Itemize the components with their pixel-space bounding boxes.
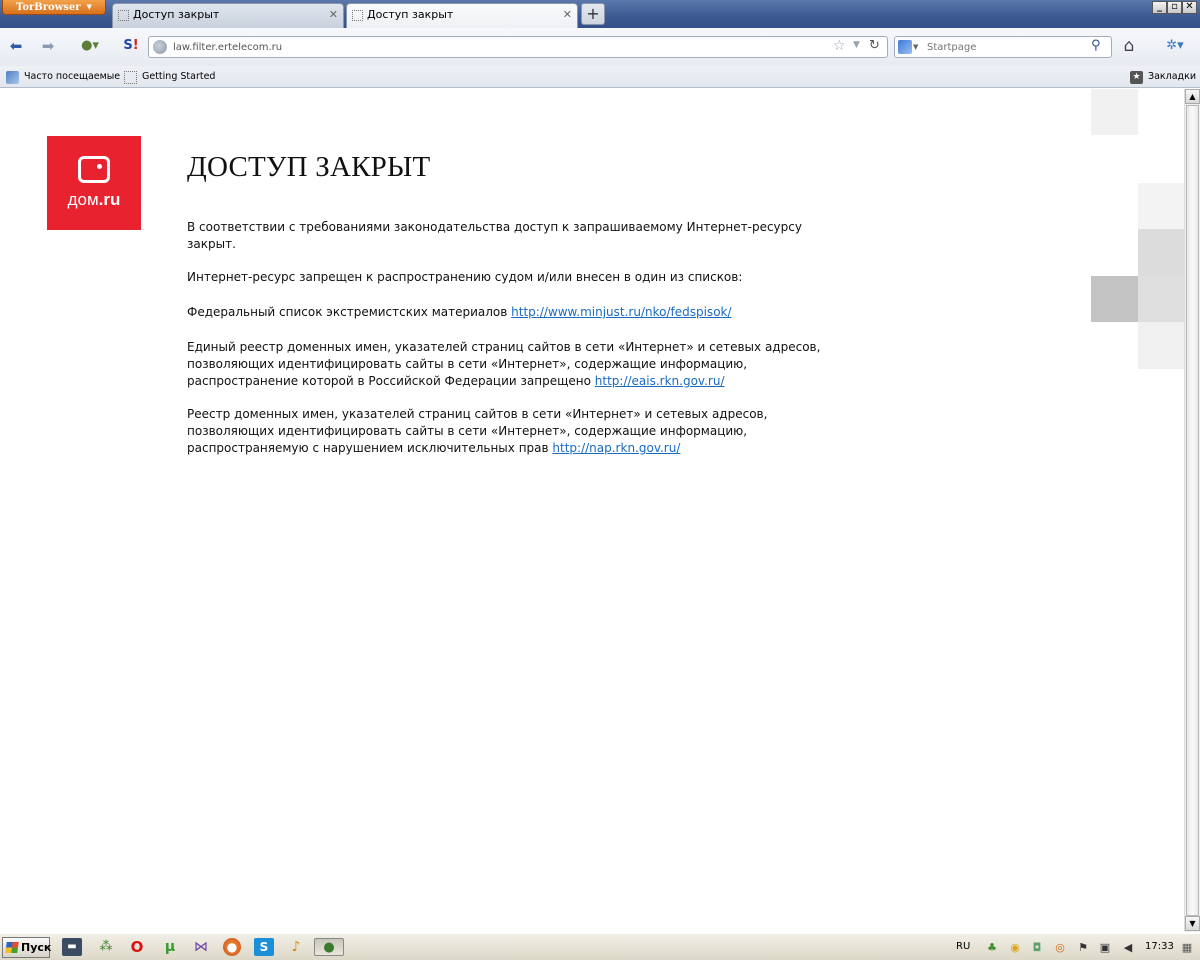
noscript-icon[interactable]: S! <box>120 37 142 55</box>
decorative-block <box>1138 322 1184 369</box>
tor-browser-menu-button[interactable]: TorBrowser ▼ <box>2 0 106 15</box>
window-titlebar: TorBrowser ▼ Доступ закрыт ✕ Доступ закры… <box>0 0 1200 28</box>
decorative-block <box>1091 89 1138 135</box>
decorative-block <box>1138 183 1184 229</box>
chevron-down-icon[interactable]: ▼ <box>853 40 860 50</box>
show-desktop-icon[interactable]: ▬ <box>62 938 82 956</box>
lists-intro-paragraph: Интернет-ресурс запрещен к распространен… <box>187 270 743 284</box>
page-title: ДОСТУП ЗАКРЫТ <box>187 151 431 183</box>
tray-network-icon[interactable]: ▣ <box>1098 940 1112 955</box>
tray-update-icon[interactable]: ◎ <box>1053 940 1067 955</box>
addon-menu-icon[interactable]: ✲▾ <box>1160 37 1190 55</box>
notice-paragraph: В соответствии с требованиями законодате… <box>187 220 802 251</box>
search-bar[interactable]: ▼ ⚲ <box>894 36 1112 58</box>
utorrent-icon[interactable]: µ <box>160 938 180 956</box>
new-tab-button[interactable]: + <box>581 3 605 25</box>
bookmark-getting-started[interactable]: Getting Started <box>124 70 215 85</box>
tor-button-label: TorBrowser <box>16 2 81 13</box>
tab-2-title: Доступ закрыт <box>367 8 454 21</box>
bookmark-most-visited[interactable]: Часто посещаемые <box>6 70 120 85</box>
logo-text: дом.ru <box>47 190 141 210</box>
blank-page-icon <box>124 71 137 84</box>
minjust-link[interactable]: http://www.minjust.ru/nko/fedspisok/ <box>511 305 731 319</box>
blank-page-icon <box>118 10 129 21</box>
restore-window-button[interactable]: ▫ <box>1167 1 1182 14</box>
nap-registry-paragraph: Реестр доменных имен, указателей страниц… <box>187 406 847 457</box>
tray-flag-icon[interactable]: ⚑ <box>1076 940 1090 955</box>
vertical-scrollbar[interactable]: ▲ ▼ <box>1184 89 1200 932</box>
bookmark-label: Часто посещаемые <box>24 71 121 82</box>
scroll-thumb[interactable] <box>1186 105 1199 916</box>
logo-text-plain: дом <box>67 190 99 209</box>
eais-link[interactable]: http://eais.rkn.gov.ru/ <box>595 374 725 388</box>
tray-clock[interactable]: 17:33 <box>1145 941 1174 952</box>
close-tab-icon[interactable]: ✕ <box>563 4 572 26</box>
nap-link[interactable]: http://nap.rkn.gov.ru/ <box>552 441 680 455</box>
decorative-block <box>1138 276 1184 322</box>
tor-onion-icon[interactable]: ●▾ <box>74 37 106 55</box>
opera-icon[interactable]: O <box>127 938 147 956</box>
bookmark-label: Закладки <box>1148 71 1197 82</box>
url-bar[interactable]: ☆ ▼ ↻ <box>148 36 888 58</box>
start-button[interactable]: Пуск <box>2 937 52 958</box>
navigation-toolbar: ⬅ ➡ ●▾ S! ☆ ▼ ↻ ▼ ⚲ ⌂ ✲▾ <box>0 28 1200 66</box>
tor-browser-window-button[interactable]: ● <box>314 938 344 956</box>
language-indicator[interactable]: RU <box>956 941 970 952</box>
start-label: Пуск <box>21 941 52 954</box>
tab-2-active[interactable]: Доступ закрыт ✕ <box>346 3 578 28</box>
url-input[interactable] <box>173 39 823 55</box>
tray-settings-icon[interactable]: ▦ <box>1180 940 1194 955</box>
bookmarks-toolbar: Часто посещаемые Getting Started ★ Закла… <box>0 66 1200 88</box>
tv-icon <box>78 156 110 183</box>
skype-icon[interactable]: S <box>254 938 274 956</box>
tab-1[interactable]: Доступ закрыт ✕ <box>112 3 344 28</box>
bookmarks-menu-button[interactable]: ★ Закладки <box>1130 70 1196 85</box>
tray-onion-icon[interactable]: ♣ <box>985 940 999 955</box>
windows-logo-icon <box>5 942 19 953</box>
visual-studio-icon[interactable]: ⋈ <box>191 938 211 956</box>
tray-app-icon[interactable]: ◘ <box>1030 940 1044 955</box>
decorative-block <box>1138 229 1184 276</box>
eais-registry-paragraph: Единый реестр доменных имен, указателей … <box>187 339 847 390</box>
bookmark-star-icon[interactable]: ☆ <box>833 38 846 54</box>
search-engine-icon[interactable]: ▼ <box>898 40 920 54</box>
close-tab-icon[interactable]: ✕ <box>329 4 338 26</box>
firefox-icon[interactable]: ● <box>223 938 241 956</box>
dom-ru-logo: дом.ru <box>47 136 141 230</box>
tab-1-title: Доступ закрыт <box>133 8 220 21</box>
logo-text-bold: .ru <box>98 190 121 209</box>
windows-taskbar: Пуск ▬ ⁂ O µ ⋈ ● S ♪ ● RU ♣ ◉ ◘ ◎ ⚑ ▣ ◀ … <box>0 933 1200 960</box>
forward-arrow-icon[interactable]: ➡ <box>38 37 58 55</box>
dropdown-arrow-icon: ▼ <box>86 2 92 11</box>
bookmarks-star-icon: ★ <box>1130 71 1143 84</box>
paragraph-text: Федеральный список экстремистских матери… <box>187 305 512 319</box>
globe-icon[interactable] <box>153 40 167 54</box>
tray-notification-icon[interactable]: ◉ <box>1008 940 1022 955</box>
paragraph-text: Единый реестр доменных имен, указателей … <box>187 340 821 388</box>
reload-icon[interactable]: ↻ <box>869 38 880 53</box>
bookmark-label: Getting Started <box>142 71 216 82</box>
search-input[interactable] <box>927 39 1077 55</box>
scroll-up-arrow-icon[interactable]: ▲ <box>1185 89 1200 104</box>
home-icon[interactable]: ⌂ <box>1118 37 1140 55</box>
folder-icon <box>6 71 19 84</box>
minimize-window-button[interactable]: _ <box>1152 1 1167 14</box>
app-icon[interactable]: ♪ <box>286 938 306 956</box>
close-window-button[interactable]: ✕ <box>1182 1 1197 14</box>
network-app-icon[interactable]: ⁂ <box>96 938 116 956</box>
decorative-block <box>1091 276 1138 322</box>
extremist-list-paragraph: Федеральный список экстремистских матери… <box>187 304 847 321</box>
scroll-down-arrow-icon[interactable]: ▼ <box>1185 916 1200 931</box>
tray-volume-icon[interactable]: ◀ <box>1121 940 1135 955</box>
back-arrow-icon[interactable]: ⬅ <box>6 37 26 55</box>
search-icon[interactable]: ⚲ <box>1091 38 1101 53</box>
blank-page-icon <box>352 10 363 21</box>
page-viewport: дом.ru ДОСТУП ЗАКРЫТ В соответствии с тр… <box>0 89 1184 932</box>
